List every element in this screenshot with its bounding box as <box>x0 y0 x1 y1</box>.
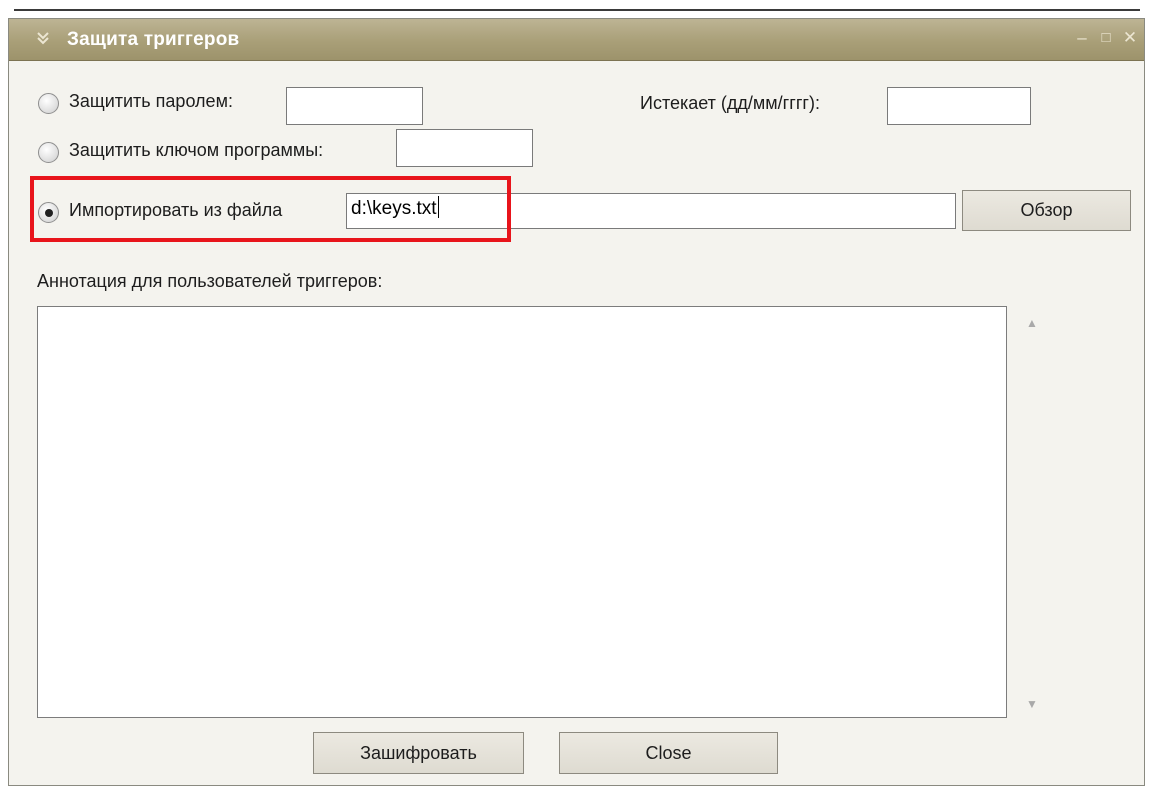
protect-program-key-radio[interactable] <box>38 142 59 163</box>
protect-password-radio[interactable] <box>38 93 59 114</box>
import-file-label: Импортировать из файла <box>69 200 283 220</box>
expires-date-field[interactable] <box>887 87 1031 125</box>
close-button[interactable]: Close <box>559 732 778 774</box>
encrypt-button[interactable]: Зашифровать <box>313 732 524 774</box>
minimize-icon[interactable]: – <box>1072 28 1092 48</box>
annotation-label: Аннотация для пользователей триггеров: <box>37 271 383 291</box>
background-frame <box>0 0 1154 14</box>
collapse-icon[interactable] <box>35 30 51 46</box>
scroll-up-icon[interactable]: ▲ <box>1026 316 1038 330</box>
annotation-textarea[interactable] <box>37 306 1007 718</box>
program-key-field[interactable] <box>396 129 533 167</box>
protect-password-label: Защитить паролем: <box>69 91 233 111</box>
protect-program-key-label: Защитить ключом программы: <box>69 140 324 160</box>
scroll-down-icon[interactable]: ▼ <box>1026 697 1038 711</box>
maximize-icon[interactable]: □ <box>1096 28 1116 48</box>
title-bar[interactable]: Защита триггеров – □ ✕ <box>9 19 1144 61</box>
import-file-path-field[interactable]: d:\keys.txt <box>346 193 956 229</box>
import-file-path-value: d:\keys.txt <box>351 198 437 219</box>
window-title: Защита триггеров <box>67 29 240 50</box>
close-icon[interactable]: ✕ <box>1120 28 1140 48</box>
browse-button[interactable]: Обзор <box>962 190 1131 231</box>
import-file-radio[interactable] <box>38 202 59 223</box>
radio-selected-dot <box>45 209 53 217</box>
background-frame-edge <box>14 9 1140 11</box>
password-field[interactable] <box>286 87 423 125</box>
text-caret <box>437 196 439 218</box>
expires-label: Истекает (дд/мм/гггг): <box>640 93 820 113</box>
